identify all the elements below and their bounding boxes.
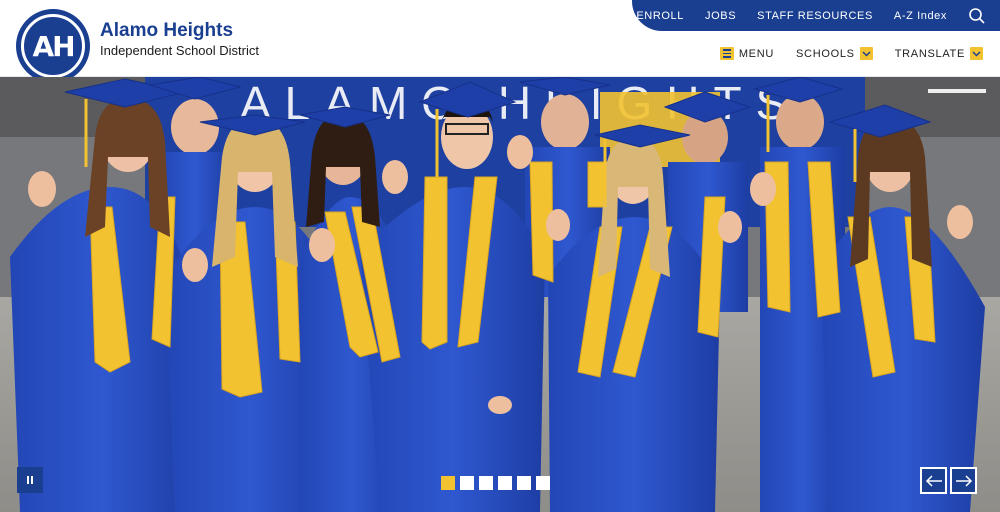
carousel-dot[interactable] <box>536 476 550 490</box>
carousel-dot[interactable] <box>498 476 512 490</box>
a-z-index-link[interactable]: A-Z Index <box>894 10 947 22</box>
menu-icon <box>719 47 734 60</box>
jobs-link[interactable]: JOBS <box>705 10 736 22</box>
schools-label: SCHOOLS <box>796 47 855 60</box>
arrow-left-icon <box>925 474 942 487</box>
district-name[interactable]: Alamo Heights <box>100 20 233 42</box>
main-nav: MENU SCHOOLS TRANSLATE <box>719 47 983 60</box>
chevron-down-icon <box>970 47 983 60</box>
enroll-link[interactable]: ENROLL <box>636 10 684 22</box>
site-header: AH Alamo Heights Independent School Dist… <box>0 0 1000 83</box>
carousel-dot[interactable] <box>460 476 474 490</box>
carousel-dots <box>441 476 550 490</box>
chevron-down-icon <box>859 47 873 60</box>
staff-resources-link[interactable]: STAFF RESOURCES <box>757 10 873 22</box>
translate-dropdown[interactable]: TRANSLATE <box>895 47 983 60</box>
logo-ring: AH <box>21 14 85 78</box>
logo-initials: AH <box>32 29 75 63</box>
previous-slide-button[interactable] <box>920 467 947 494</box>
menu-button[interactable]: MENU <box>719 47 775 60</box>
carousel-dot[interactable] <box>441 476 455 490</box>
district-subtitle: Independent School District <box>100 43 259 58</box>
carousel-dot[interactable] <box>517 476 531 490</box>
schools-dropdown[interactable]: SCHOOLS <box>796 47 873 60</box>
carousel-dot[interactable] <box>479 476 493 490</box>
arrow-right-icon <box>955 474 972 487</box>
hero-slideshow: ALAMO HEIGHTS <box>0 77 1000 512</box>
graduates-photo: ALAMO HEIGHTS <box>0 77 1000 512</box>
pause-button[interactable] <box>17 467 43 493</box>
menu-label: MENU <box>738 47 775 60</box>
translate-label: TRANSLATE <box>894 47 965 60</box>
pause-icon <box>27 476 29 484</box>
utility-bar: ENROLL JOBS STAFF RESOURCES A-Z Index <box>632 0 1000 31</box>
district-logo[interactable]: AH <box>16 9 90 83</box>
search-icon[interactable] <box>968 7 986 25</box>
next-slide-button[interactable] <box>950 467 977 494</box>
